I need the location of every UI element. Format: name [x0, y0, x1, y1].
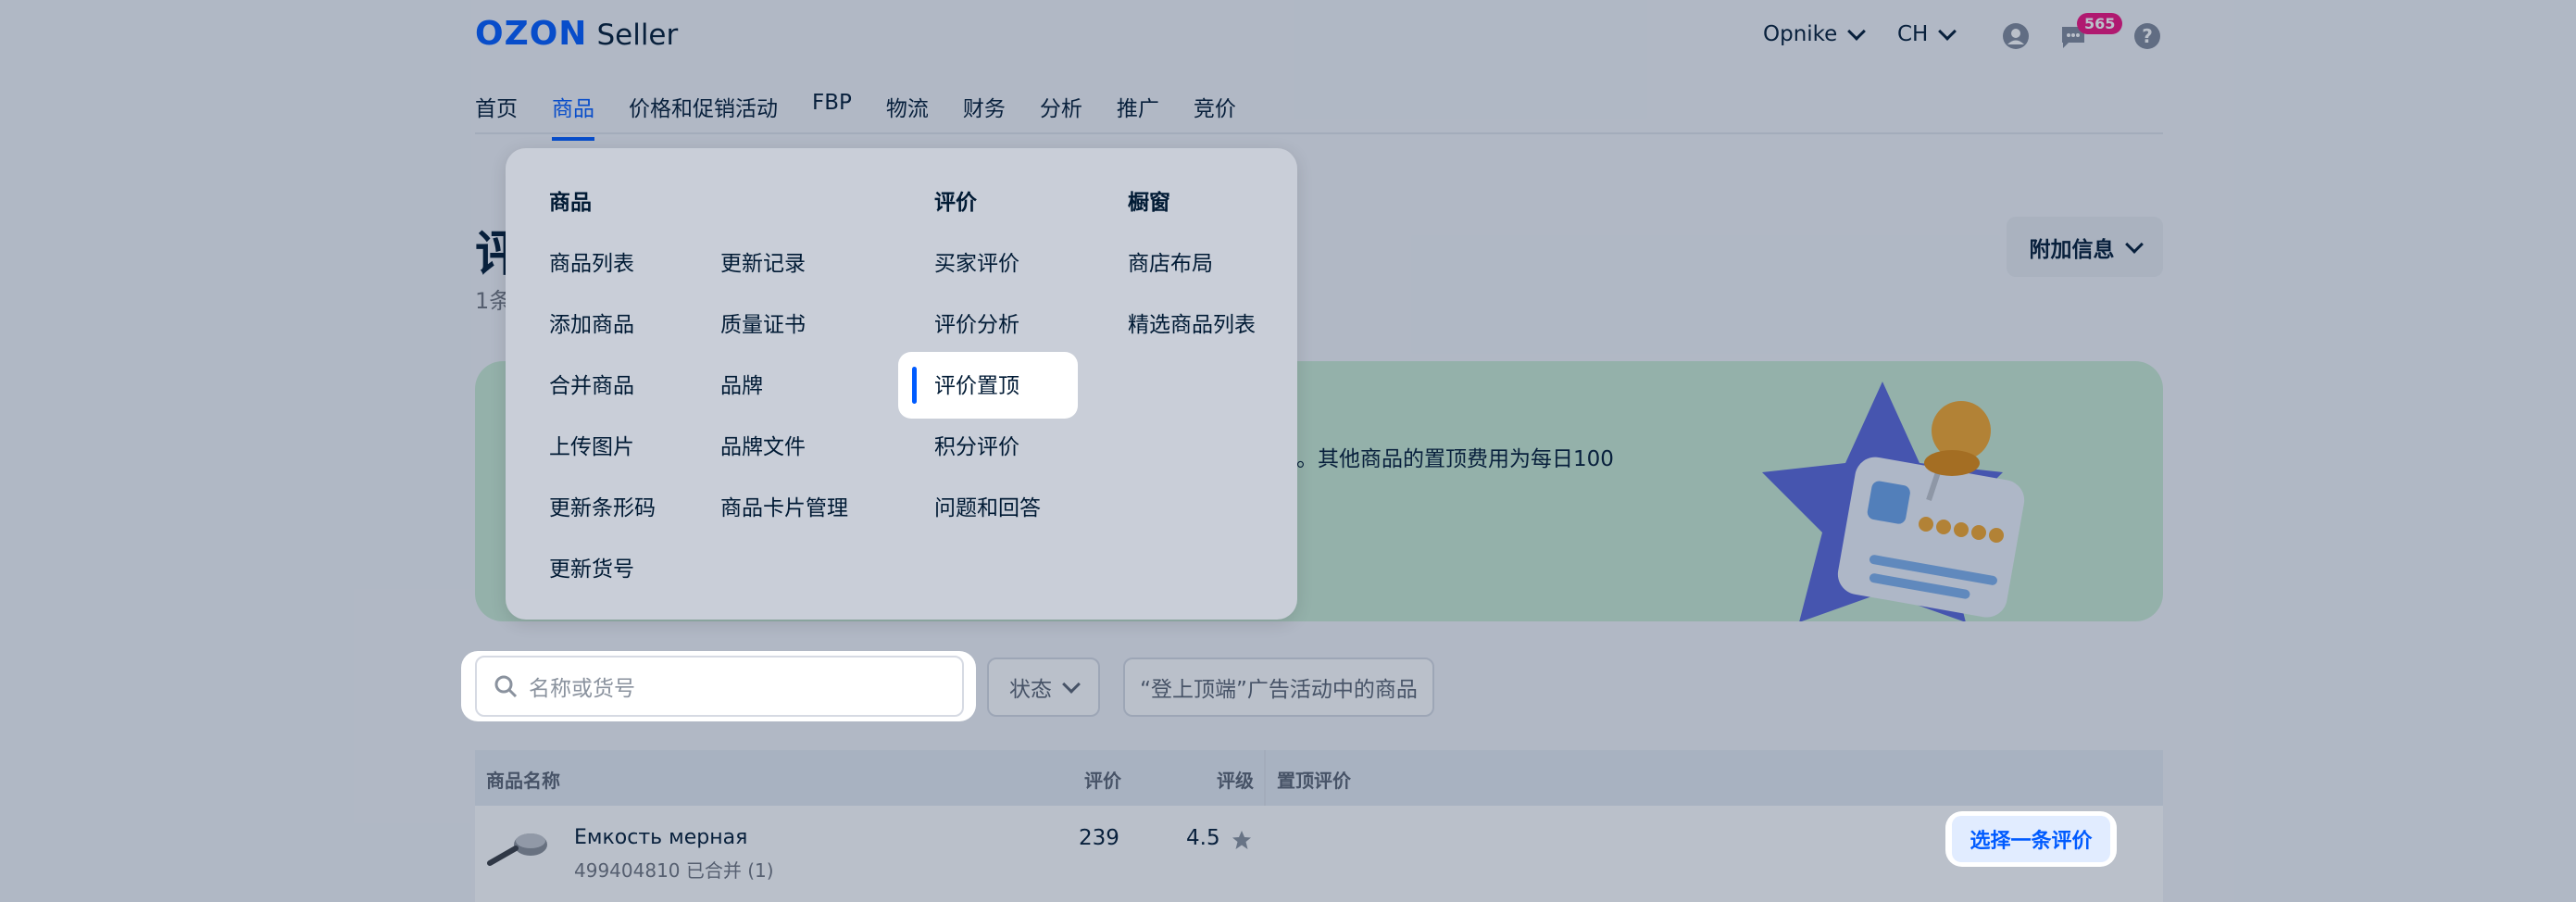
search-input-highlighted[interactable]: 名称或货号 [475, 656, 964, 717]
menu-item-brand-files[interactable]: 品牌文件 [720, 429, 806, 460]
search-icon [494, 675, 518, 698]
menu-item-featured-list[interactable]: 精选商品列表 [1128, 307, 1256, 338]
menu-item-product-list[interactable]: 商品列表 [549, 245, 634, 277]
menu-heading-showcase: 橱窗 [1128, 191, 1170, 215]
menu-item-store-layout[interactable]: 商店布局 [1128, 245, 1213, 277]
menu-item-points-reviews[interactable]: 积分评价 [934, 429, 1019, 460]
search-placeholder: 名称或货号 [529, 677, 635, 701]
menu-item-review-analytics[interactable]: 评价分析 [934, 307, 1019, 338]
active-indicator [912, 367, 917, 404]
menu-item-update-history[interactable]: 更新记录 [720, 245, 806, 277]
products-mega-menu: 商品 商品列表 添加商品 合并商品 上传图片 更新条形码 更新货号 更新记录 质… [506, 148, 1297, 620]
menu-item-certificates[interactable]: 质量证书 [720, 307, 806, 338]
menu-item-questions-answers[interactable]: 问题和回答 [934, 490, 1041, 521]
menu-item-brands[interactable]: 品牌 [720, 368, 763, 399]
menu-item-pin-reviews-highlight[interactable]: 评价置顶 [898, 352, 1078, 419]
menu-item-update-sku[interactable]: 更新货号 [549, 551, 634, 583]
menu-item-card-management[interactable]: 商品卡片管理 [720, 490, 848, 521]
menu-item-upload-images[interactable]: 上传图片 [549, 429, 634, 460]
menu-item-pin-reviews: 评价置顶 [934, 374, 1019, 398]
menu-item-merge-products[interactable]: 合并商品 [549, 368, 634, 399]
menu-item-add-product[interactable]: 添加商品 [549, 307, 634, 338]
menu-heading-reviews: 评价 [934, 191, 977, 215]
menu-heading-products: 商品 [549, 191, 592, 215]
menu-item-update-barcodes[interactable]: 更新条形码 [549, 490, 656, 521]
choose-review-button[interactable]: 选择一条评价 [1952, 816, 2110, 862]
menu-item-buyer-reviews[interactable]: 买家评价 [934, 245, 1019, 277]
